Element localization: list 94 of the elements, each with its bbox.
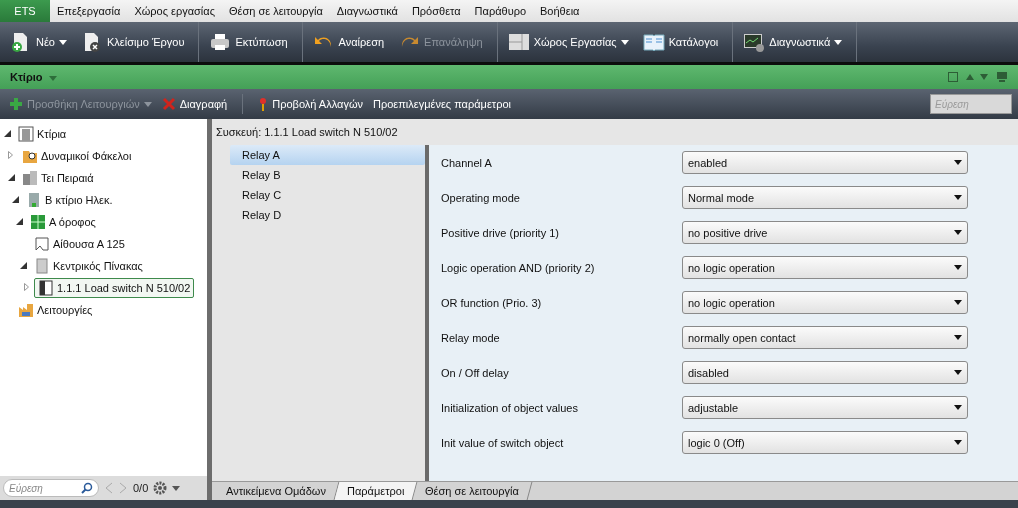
parameter-label: Logic operation AND (priority 2) [441,261,596,274]
action-button[interactable]: Προβολή Αλλαγών [255,97,366,111]
tree-item[interactable]: Κτίρια [14,124,71,144]
bottom-tab[interactable]: Παράμετροι [334,482,418,500]
caret-icon [954,160,962,165]
parameter-label: Initialization of object values [441,401,579,414]
parameter-dropdown[interactable]: normally open contact [682,326,968,349]
window-icon[interactable] [948,72,958,82]
settings-icon[interactable] [153,481,168,495]
menu-item[interactable]: Χώρος εργασίας [127,5,222,17]
caret-icon [954,300,962,305]
menu-item[interactable]: Θέση σε λειτουργία [221,5,330,17]
caret-icon [48,76,57,81]
toolbar-button[interactable]: Εκτύπωση [205,26,292,58]
monitor-gear-icon [743,31,766,53]
parameter-dropdown[interactable]: enabled [682,151,968,174]
menu-item[interactable]: Βοήθεια [533,5,587,17]
buildings-icon [22,170,38,186]
parameter-dropdown[interactable]: disabled [682,361,968,384]
building-icon [18,126,34,142]
caret-icon [954,230,962,235]
toolbar-button[interactable]: Διαγνωστικά [739,26,847,58]
tree-item[interactable]: Δυναμικοί Φάκελοι [18,146,136,166]
factory-icon [18,302,34,318]
caret-icon [954,440,962,445]
parameter-label: Channel A [441,156,493,169]
parameter-dropdown[interactable]: no logic operation [682,256,968,279]
caret-icon [954,265,962,270]
tree-search-field[interactable]: Εύρεση [3,479,99,497]
action-button[interactable]: Διαγραφή [158,97,231,111]
printer-icon [209,31,232,53]
building-icon [26,192,42,208]
collapsed-arrow-icon[interactable] [24,283,29,291]
expanded-arrow-icon[interactable] [12,195,19,203]
expanded-arrow-icon[interactable] [8,173,15,181]
result-count: 0/0 [133,482,149,494]
parameter-dropdown[interactable]: no logic operation [682,291,968,314]
search-field[interactable]: Εύρεση [930,94,1012,114]
room-icon [34,236,50,252]
channel-item[interactable]: Relay C [230,185,425,205]
device-icon [38,280,54,296]
toolbar-button[interactable]: Αναίρεση [308,26,389,58]
parameter-label: Positive drive (priority 1) [441,226,560,239]
folder-search-icon [22,148,38,164]
parameter-dropdown[interactable]: no positive drive [682,221,968,244]
parameter-dropdown[interactable]: adjustable [682,396,968,419]
toolbar-button[interactable]: Κλείσιμο Έργου [76,26,189,58]
parameter-label: On / Off delay [441,366,510,379]
parameter-dropdown[interactable]: Normal mode [682,186,968,209]
tree-item[interactable]: Α όροφος [26,212,100,232]
tree-item[interactable]: Β κτίριο Ηλεκ. [22,190,117,210]
workspace-layout-icon [507,31,530,53]
device-title: Συσκευή: 1.1.1 Load switch N 510/02 [215,125,399,140]
tree-item[interactable]: 1.1.1 Load switch N 510/02 [34,278,195,298]
caret-icon [954,405,962,410]
cabinet-icon [34,258,50,274]
expanded-arrow-icon[interactable] [16,217,23,225]
collapsed-arrow-icon[interactable] [8,151,13,159]
caret-icon [954,370,962,375]
x-icon [161,97,176,111]
parameter-label: Init value of switch object [441,436,565,449]
plus-icon [9,97,23,111]
toolbar-button[interactable]: Κατάλογοι [638,26,723,58]
toolbar-button[interactable]: Χώρος Εργασίας [503,26,633,58]
tree-item[interactable]: Κεντρικός Πίνακας [30,256,147,276]
up-down-arrows-icon[interactable] [966,73,988,81]
parameter-label: OR function (Prio. 3) [441,296,543,309]
search-icon[interactable] [81,482,93,494]
channel-item[interactable]: Relay B [230,165,425,185]
menu-item[interactable]: Διαγνωστικά [329,5,405,17]
tree-item[interactable]: Αίθουσα Α 125 [30,234,129,254]
monitor-icon[interactable] [996,72,1008,82]
action-button[interactable]: Προεπιλεγμένες παράμετροι [370,98,514,110]
floor-plan-icon [30,214,46,230]
menu-item[interactable]: Επεξεργασία [50,5,128,17]
expanded-arrow-icon[interactable] [4,129,11,137]
caret-icon [954,195,962,200]
channel-item[interactable]: Relay A [230,145,425,165]
channel-item[interactable]: Relay D [230,205,425,225]
menu-item[interactable]: Παράθυρο [467,5,534,17]
tree-item[interactable]: Τει Πειραιά [18,168,98,188]
parameter-dropdown[interactable]: logic 0 (Off) [682,431,968,454]
open-book-icon [642,31,665,53]
parameter-label: Operating mode [441,191,521,204]
app-menu-button[interactable]: ETS [0,0,50,22]
caret-icon [172,485,181,491]
panel-title[interactable]: Κτίριο [10,71,43,83]
caret-icon [954,335,962,340]
parameter-label: Relay mode [441,331,501,344]
toolbar-button[interactable]: Νέο [6,26,71,58]
expanded-arrow-icon[interactable] [20,261,27,269]
tree-item[interactable]: Λειτουργίες [14,300,97,320]
pin-icon [258,97,269,111]
menu-item[interactable]: Πρόσθετα [404,5,468,17]
